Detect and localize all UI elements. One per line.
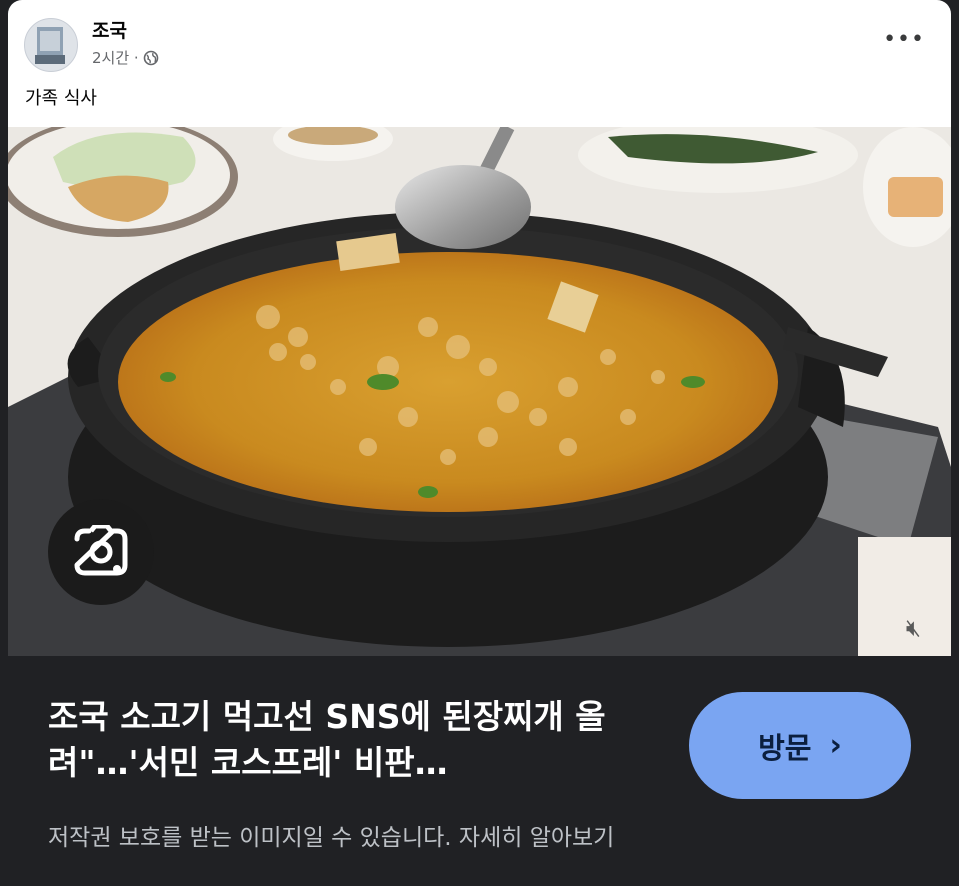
lens-search-button[interactable] <box>48 499 154 605</box>
post-card: 조국 2시간 · ••• 가족 식사 🔇︎ <box>8 0 951 656</box>
lens-search-icon <box>74 525 128 576</box>
visit-label: 방문 <box>758 730 812 765</box>
avatar-image-detail <box>40 31 60 51</box>
avatar-plate <box>35 55 65 64</box>
avatar[interactable] <box>24 18 78 72</box>
more-horizontal-icon[interactable]: ••• <box>883 29 925 51</box>
learn-more-link[interactable]: 자세히 알아보기 <box>459 825 614 851</box>
visit-button[interactable]: 방문 › <box>689 692 911 799</box>
author-name[interactable]: 조국 <box>92 16 127 43</box>
chevron-right-icon: › <box>829 728 842 763</box>
copyright-text: 저작권 보호를 받는 이미지일 수 있습니다. <box>48 825 452 851</box>
post-time: 2시간 · <box>92 49 139 67</box>
post-photo[interactable]: 🔇︎ <box>8 127 951 656</box>
mute-icon[interactable]: 🔇︎ <box>906 614 921 642</box>
article-headline[interactable]: 조국 소고기 먹고선 SNS에 된장찌개 올려"…'서민 코스프레' 비판… <box>48 694 668 786</box>
post-caption: 가족 식사 <box>25 88 97 109</box>
globe-icon <box>143 50 159 66</box>
copyright-note: 저작권 보호를 받는 이미지일 수 있습니다. 자세히 알아보기 <box>48 818 614 852</box>
image-info-panel: 조국 소고기 먹고선 SNS에 된장찌개 올려"…'서민 코스프레' 비판… 방… <box>0 656 959 886</box>
post-meta: 2시간 · <box>92 47 159 68</box>
